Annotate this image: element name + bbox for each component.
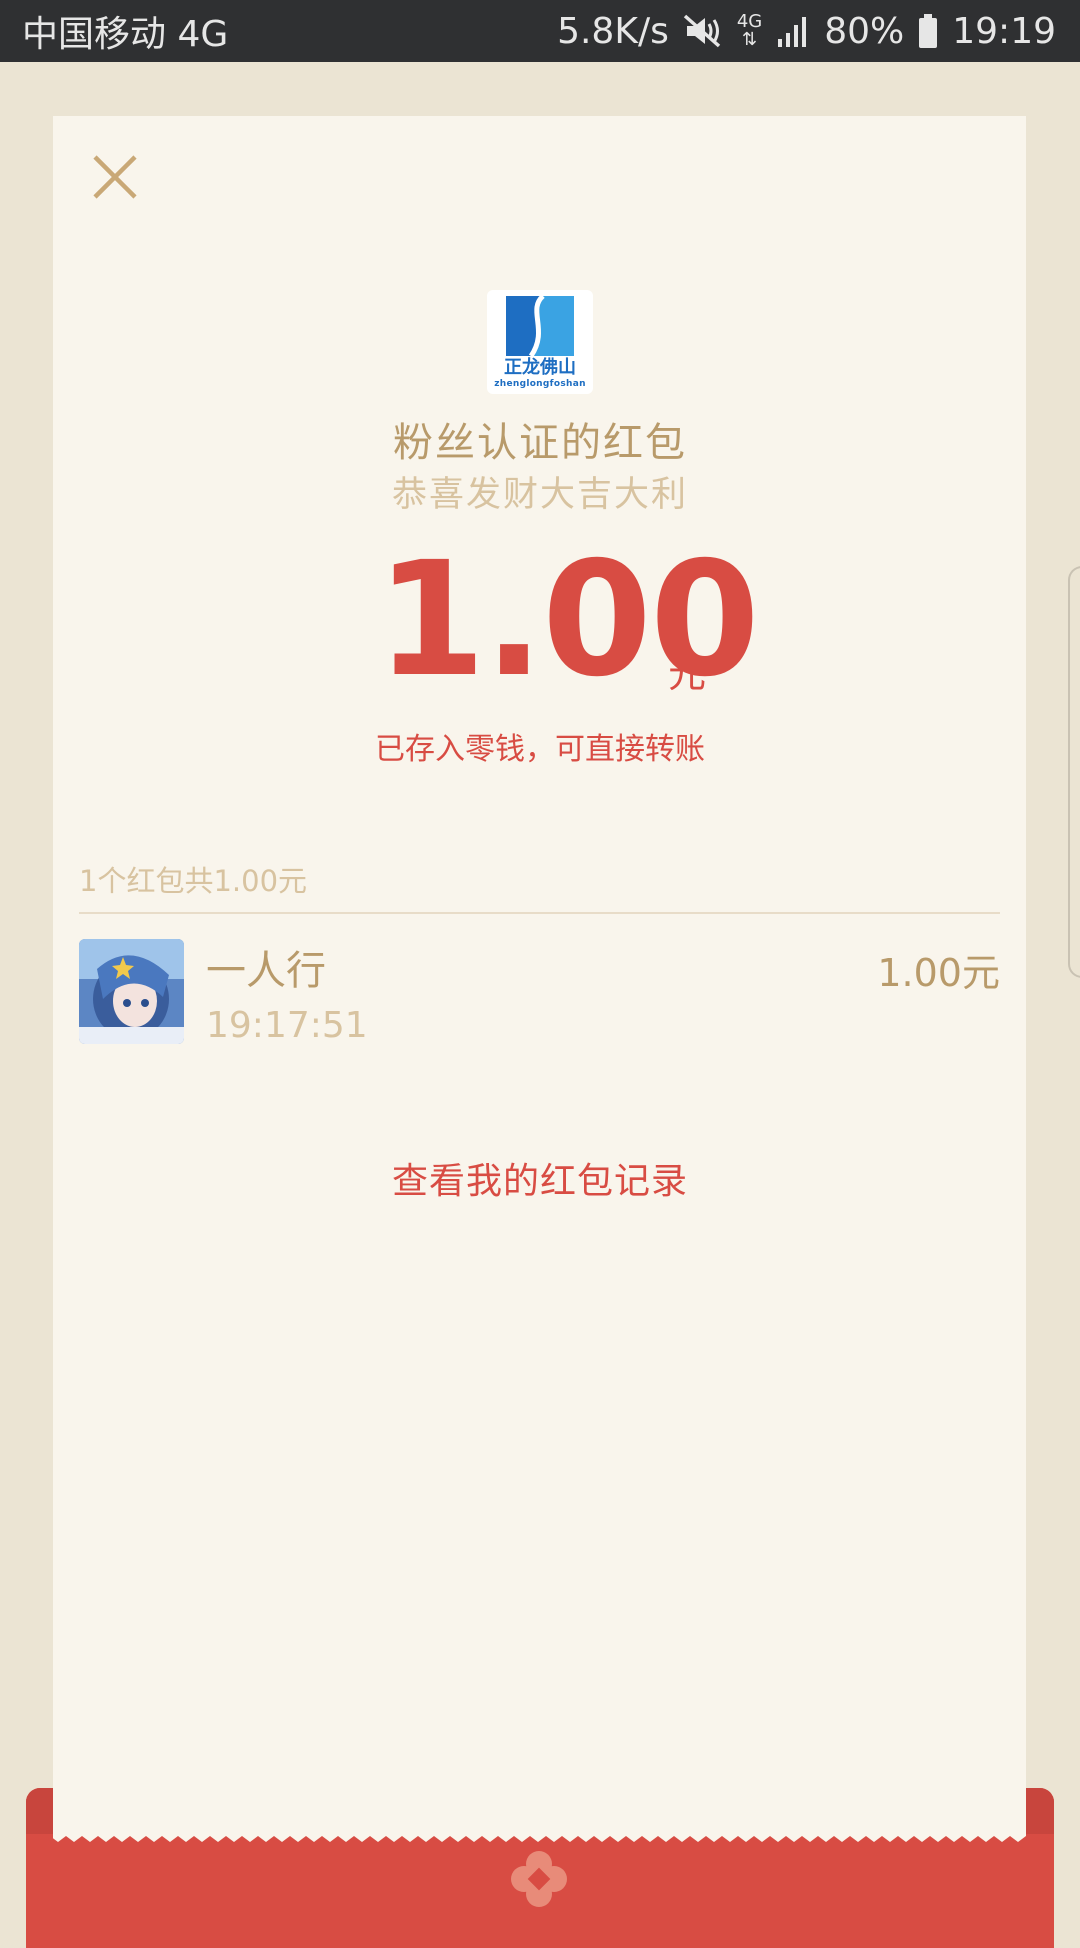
- status-bar: 中国移动 4G 5.8K/s 4G ⇅ 80% 19:19: [0, 0, 1080, 62]
- signal-icon: [776, 15, 810, 47]
- avatar[interactable]: [79, 939, 184, 1044]
- clock: 19:19: [952, 10, 1056, 52]
- packet-title: 粉丝认证的红包: [393, 420, 687, 466]
- logo-text: 正龙佛山: [504, 357, 576, 378]
- packet-summary: 1个红包共1.00元: [79, 864, 308, 898]
- sender-logo: 正龙佛山 zhenglongfoshan: [487, 290, 593, 394]
- carrier-label: 中国移动 4G: [22, 14, 229, 55]
- mute-icon: [683, 14, 723, 48]
- amount-unit: 元: [668, 652, 707, 696]
- battery-icon: [918, 14, 938, 48]
- emblem-icon: [510, 1850, 568, 1912]
- side-panel-handle[interactable]: [1068, 566, 1080, 978]
- packet-greeting: 恭喜发财大吉大利: [391, 475, 688, 515]
- status-right: 5.8K/s 4G ⇅ 80% 19:19: [557, 11, 1056, 52]
- divider: [79, 912, 1000, 914]
- data-arrows-icon: 4G ⇅: [736, 11, 763, 50]
- recipient-name: 一人行: [206, 948, 326, 994]
- recipient-time: 19:17:51: [206, 1005, 368, 1046]
- recipient-amount: 1.00元: [877, 951, 1000, 995]
- network-speed: 5.8K/s: [557, 10, 669, 52]
- wallet-notice[interactable]: 已存入零钱，可直接转账: [0, 724, 1080, 768]
- logo-mark-icon: [506, 294, 574, 358]
- close-icon[interactable]: [92, 154, 138, 200]
- card-zigzag-edge: [53, 1826, 1026, 1842]
- battery-percent: 80%: [824, 10, 905, 52]
- view-records-link[interactable]: 查看我的红包记录: [0, 1152, 1080, 1204]
- logo-subtext: zhenglongfoshan: [494, 379, 586, 389]
- network-type: 4G: [736, 11, 763, 32]
